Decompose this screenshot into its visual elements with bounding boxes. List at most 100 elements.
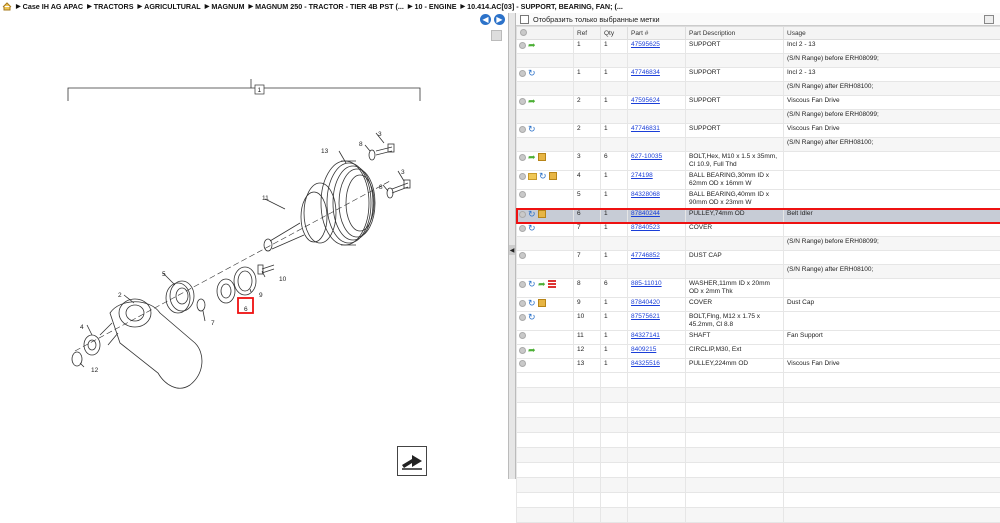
table-row[interactable]: (S/N Range) after ERH08100; bbox=[517, 82, 1000, 96]
part-number-link[interactable]: 84328068 bbox=[631, 191, 660, 198]
table-row[interactable]: ↻7187840523COVER bbox=[517, 223, 1000, 237]
table-row[interactable]: (S/N Range) before ERH08099; bbox=[517, 110, 1000, 124]
part-number-link[interactable]: 87575621 bbox=[631, 313, 660, 320]
breadcrumb-arrow-icon: ▶ bbox=[205, 3, 210, 10]
cell-description: SUPPORT bbox=[686, 68, 784, 82]
cell-part-number: 47746834 bbox=[628, 68, 686, 82]
callout-label: 3 bbox=[378, 131, 382, 138]
breadcrumb-item[interactable]: Case IH AG APAC bbox=[23, 2, 83, 11]
show-selected-checkbox[interactable] bbox=[520, 15, 529, 24]
callout-label: 10 bbox=[279, 276, 287, 283]
cell-qty: 1 bbox=[601, 331, 628, 345]
circle-icon[interactable] bbox=[519, 191, 526, 198]
cell-usage: Belt Idler bbox=[784, 209, 1000, 223]
circle-icon[interactable] bbox=[519, 300, 526, 307]
part-number-link[interactable]: 47746831 bbox=[631, 125, 660, 132]
empty-cell bbox=[601, 448, 628, 463]
header-part-description[interactable]: Part Description bbox=[686, 27, 784, 40]
breadcrumb-item[interactable]: AGRICULTURAL bbox=[144, 2, 201, 11]
circle-icon[interactable] bbox=[519, 360, 526, 367]
callout-label: 5 bbox=[162, 271, 166, 278]
table-row[interactable]: (S/N Range) after ERH08100; bbox=[517, 138, 1000, 152]
header-qty[interactable]: Qty bbox=[601, 27, 628, 40]
callout-label: 11 bbox=[262, 195, 269, 202]
table-row[interactable]: ➦2147595624SUPPORTViscous Fan Drive bbox=[517, 96, 1000, 110]
export-button[interactable] bbox=[397, 446, 427, 476]
cell-part-number: 87840244 bbox=[628, 209, 686, 223]
empty-cell bbox=[574, 448, 601, 463]
circle-icon[interactable] bbox=[519, 225, 526, 232]
cell-description: PULLEY,74mm OD bbox=[686, 209, 784, 223]
table-row[interactable]: 11184327141SHAFTFan Support bbox=[517, 331, 1000, 345]
part-number-link[interactable]: 47746834 bbox=[631, 69, 660, 76]
part-number-link[interactable]: 87840523 bbox=[631, 224, 660, 231]
cell-part-number: 47595625 bbox=[628, 40, 686, 54]
grid-settings-icon[interactable] bbox=[984, 15, 994, 24]
table-row[interactable]: ➦1218409215CIRCLIP,M30, Ext bbox=[517, 345, 1000, 359]
empty-cell bbox=[628, 388, 686, 403]
table-row[interactable]: 5184328068BALL BEARING,40mm ID x 90mm OD… bbox=[517, 190, 1000, 209]
splitter-handle-icon[interactable]: ◀ bbox=[509, 245, 515, 255]
cell-usage: (S/N Range) before ERH08099; bbox=[784, 54, 1000, 68]
table-row[interactable]: ➦1147595625SUPPORTIncl 2 - 13 bbox=[517, 40, 1000, 54]
circle-icon[interactable] bbox=[519, 70, 526, 77]
callout-label: 9 bbox=[259, 292, 263, 299]
cell-description: BOLT,Flng, M12 x 1.75 x 45.2mm, Cl 8.8 bbox=[686, 312, 784, 331]
table-row[interactable]: ↻10187575621BOLT,Flng, M12 x 1.75 x 45.2… bbox=[517, 312, 1000, 331]
breadcrumb-item[interactable]: MAGNUM 250 - TRACTOR - TIER 4B PST (... bbox=[255, 2, 404, 11]
circle-icon[interactable] bbox=[519, 314, 526, 321]
circle-icon[interactable] bbox=[519, 98, 526, 105]
row-icons bbox=[517, 331, 574, 345]
home-icon[interactable] bbox=[2, 2, 12, 11]
circle-icon[interactable] bbox=[519, 211, 526, 218]
table-row[interactable]: (S/N Range) after ERH08100; bbox=[517, 265, 1000, 279]
empty-cell bbox=[784, 508, 1000, 523]
table-row[interactable]: ↻9187840420COVERDust Cap bbox=[517, 298, 1000, 312]
panel-splitter[interactable]: ◀ bbox=[509, 13, 516, 479]
part-number-link[interactable]: 8409215 bbox=[631, 346, 656, 353]
table-row[interactable]: ↻2147746831SUPPORTViscous Fan Drive bbox=[517, 124, 1000, 138]
header-usage[interactable]: Usage bbox=[784, 27, 1000, 40]
part-number-link[interactable]: 627-10035 bbox=[631, 153, 662, 160]
part-number-link[interactable]: 87840420 bbox=[631, 299, 660, 306]
header-ref[interactable]: Ref bbox=[574, 27, 601, 40]
circle-icon[interactable] bbox=[519, 281, 526, 288]
circle-icon[interactable] bbox=[519, 252, 526, 259]
breadcrumb-item[interactable]: 10 - ENGINE bbox=[415, 2, 457, 11]
cell-description: BALL BEARING,40mm ID x 90mm OD x 23mm W bbox=[686, 190, 784, 209]
table-row[interactable]: 7147746852DUST CAP bbox=[517, 251, 1000, 265]
part-number-link[interactable]: 84325516 bbox=[631, 360, 660, 367]
part-number-link[interactable]: 47746852 bbox=[631, 252, 660, 259]
table-row[interactable]: ➦36627-10035BOLT,Hex, M10 x 1.5 x 35mm, … bbox=[517, 152, 1000, 171]
table-row[interactable]: ↻6187840244PULLEY,74mm ODBelt Idler bbox=[517, 209, 1000, 223]
circle-icon[interactable] bbox=[519, 154, 526, 161]
part-number-link[interactable]: 47595624 bbox=[631, 97, 660, 104]
circle-icon[interactable] bbox=[519, 332, 526, 339]
part-number-link[interactable]: 274198 bbox=[631, 172, 653, 179]
header-part-number[interactable]: Part # bbox=[628, 27, 686, 40]
circle-icon[interactable] bbox=[519, 42, 526, 49]
table-row[interactable]: ↻1147746834SUPPORTIncl 2 - 13 bbox=[517, 68, 1000, 82]
cell-qty: 1 bbox=[601, 298, 628, 312]
table-row[interactable]: (S/N Range) before ERH08099; bbox=[517, 237, 1000, 251]
callout-label: 8 bbox=[379, 184, 383, 191]
cell-ref bbox=[574, 54, 601, 68]
breadcrumb-item[interactable]: TRACTORS bbox=[94, 2, 134, 11]
table-row[interactable]: (S/N Range) before ERH08099; bbox=[517, 54, 1000, 68]
table-row[interactable]: 13184325516PULLEY,224mm ODViscous Fan Dr… bbox=[517, 359, 1000, 373]
circle-icon[interactable] bbox=[519, 126, 526, 133]
green-arrow-icon: ➦ bbox=[528, 153, 536, 161]
breadcrumb-item[interactable]: MAGNUM bbox=[211, 2, 244, 11]
circle-icon[interactable] bbox=[519, 347, 526, 354]
cell-part-number: 47746852 bbox=[628, 251, 686, 265]
circle-icon[interactable] bbox=[519, 173, 526, 180]
part-number-link[interactable]: 84327141 bbox=[631, 332, 660, 339]
empty-row bbox=[517, 388, 1000, 403]
part-number-link[interactable]: 87840244 bbox=[631, 210, 660, 217]
table-row[interactable]: ↻41274198BALL BEARING,30mm ID x 62mm OD … bbox=[517, 171, 1000, 190]
part-number-link[interactable]: 885-11010 bbox=[631, 280, 662, 287]
table-row[interactable]: ↻➦86885-11010WASHER,11mm ID x 20mm OD x … bbox=[517, 279, 1000, 298]
breadcrumb-arrow-icon: ▶ bbox=[461, 3, 466, 10]
cell-usage: (S/N Range) after ERH08100; bbox=[784, 82, 1000, 96]
part-number-link[interactable]: 47595625 bbox=[631, 41, 660, 48]
